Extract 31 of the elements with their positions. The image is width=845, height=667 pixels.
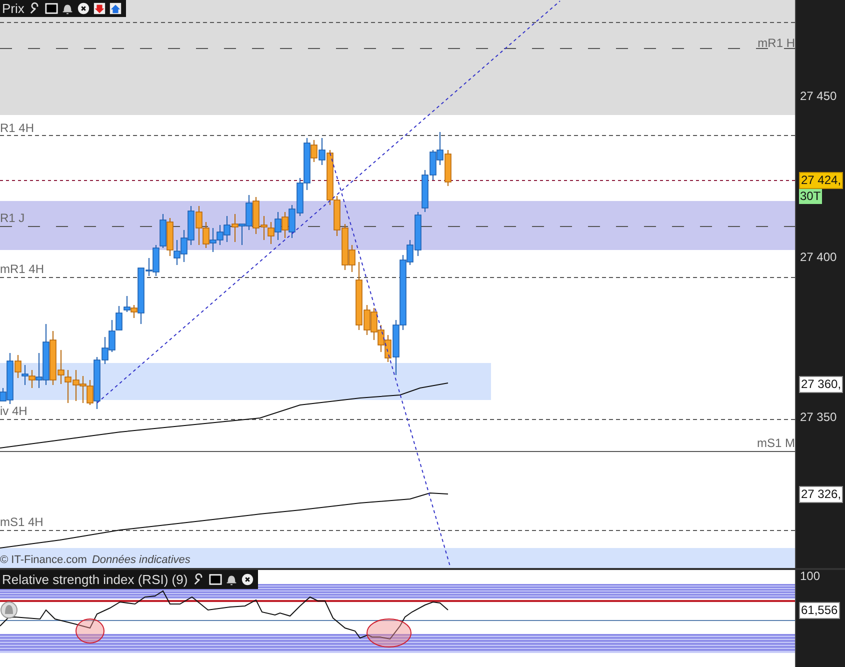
window-icon[interactable]	[45, 2, 58, 15]
axis-label: 27 450	[799, 89, 838, 104]
axis-label: 100	[799, 569, 822, 584]
axis-label: 27 360,	[799, 376, 844, 393]
level-label: mR1 4H	[0, 261, 44, 277]
bell-icon[interactable]	[0, 602, 18, 618]
axis-label: 27 424,	[799, 172, 844, 189]
close-icon[interactable]	[240, 573, 254, 586]
axis-label: 61,556	[799, 602, 840, 619]
highlight-ellipse	[76, 618, 104, 644]
disclaimer-text: Données indicatives	[92, 553, 190, 567]
panel-title: Prix	[2, 1, 24, 16]
level-label: R1 J	[0, 210, 25, 226]
level-label: mR1 H	[758, 35, 795, 51]
window-icon[interactable]	[208, 573, 222, 586]
up-arrow-icon[interactable]	[109, 2, 122, 15]
axis-label: 27 350	[799, 410, 838, 425]
level-label: mS1 M	[756, 435, 795, 451]
level-label: iv 4H	[0, 403, 28, 419]
axis-label: 30T	[799, 189, 822, 204]
down-arrow-icon[interactable]	[93, 2, 106, 15]
bell-icon[interactable]	[224, 573, 238, 586]
bell-icon[interactable]	[61, 2, 74, 15]
copyright-text: © IT-Finance.com	[0, 553, 87, 567]
axis-label: 27 400	[799, 250, 838, 265]
level-label: R1 4H	[0, 120, 34, 136]
highlight-ellipse	[366, 618, 412, 648]
close-icon[interactable]	[77, 2, 90, 15]
level-label: mS1 4H	[0, 514, 44, 530]
axis-label: 27 326,	[799, 486, 844, 503]
panel-title: Relative strength index (RSI) (9)	[2, 572, 188, 587]
